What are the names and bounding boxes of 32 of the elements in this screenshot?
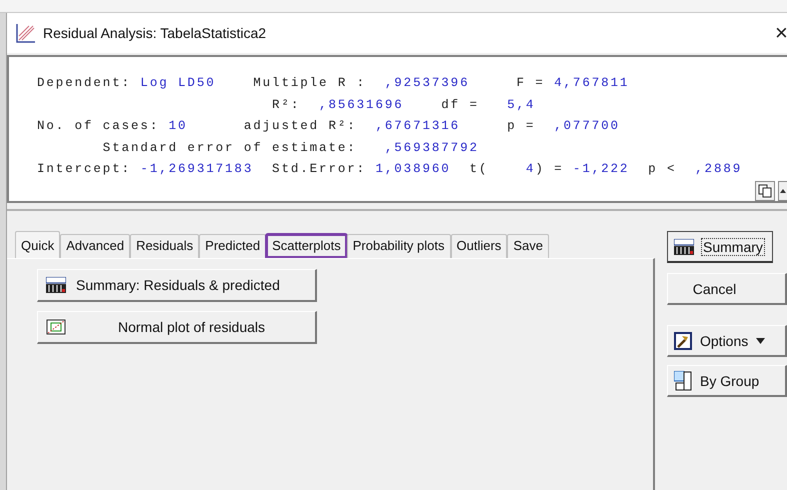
tab[interactable]: Predicted — [199, 234, 266, 258]
close-button[interactable]: × — [775, 20, 787, 46]
tab[interactable]: Quick — [15, 231, 60, 258]
tab[interactable]: Probability plots — [346, 234, 451, 258]
side-button[interactable]: By Group — [667, 365, 787, 397]
caret-icon — [780, 188, 786, 192]
result-line: Dependent: Log LD50 Multiple R : ,92537396 F = 4,767811 — [37, 75, 630, 92]
hammer-icon — [674, 332, 692, 350]
tab[interactable]: Save — [507, 234, 549, 258]
copy-icon — [758, 184, 772, 198]
plot-icon — [46, 319, 66, 335]
action-button[interactable]: Normal plot of residuals — [37, 311, 317, 344]
tab[interactable]: Advanced — [60, 234, 130, 258]
result-line: Intercept: -1,269317183 Std.Error: 1,038960 t( 4) = -1,222 p < ,2889 — [37, 161, 742, 178]
side-button[interactable]: Options — [667, 325, 787, 357]
side-button[interactable]: Summary — [667, 231, 773, 263]
caret-icon — [756, 338, 766, 344]
action-button[interactable]: Summary: Residuals & predicted — [37, 269, 317, 302]
spreadsheet-icon — [46, 277, 66, 293]
spreadsheet-icon — [674, 238, 694, 254]
copy-button[interactable] — [755, 180, 775, 200]
tab[interactable]: Scatterplots — [266, 234, 347, 258]
tab[interactable]: Outliers — [450, 234, 508, 258]
window-title: Residual Analysis: TabelaStatistica2 — [43, 25, 268, 41]
grid-icon — [674, 370, 692, 390]
chart-icon — [15, 22, 37, 44]
expand-button[interactable] — [778, 180, 787, 200]
result-line: R²: ,85631696 df = 5,4 — [271, 96, 536, 114]
result-line: Standard error of estimate: ,569387792 — [102, 140, 479, 156]
result-line: No. of cases: 10 adjusted R²: ,67671316 p = ,077700 — [37, 118, 620, 135]
tab[interactable]: Residuals — [130, 234, 200, 258]
side-button[interactable]: Cancel — [667, 273, 787, 305]
